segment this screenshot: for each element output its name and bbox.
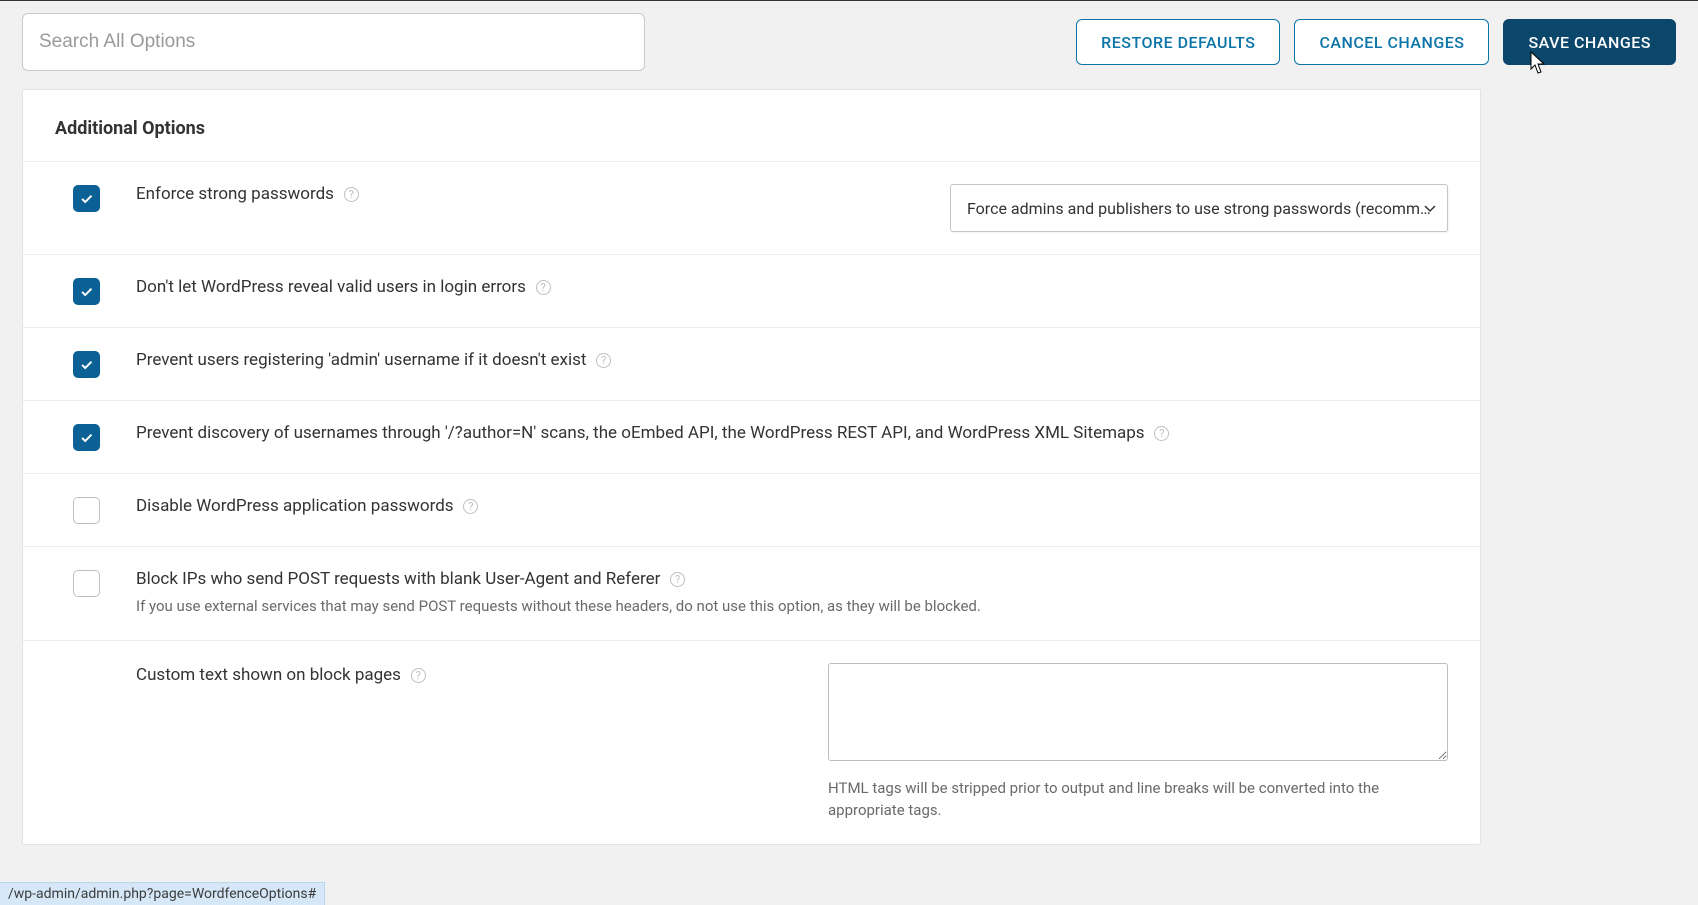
checkbox-prevent-username-discovery[interactable]: [73, 424, 100, 451]
checkbox-disable-app-passwords[interactable]: [73, 497, 100, 524]
status-bar-url: /wp-admin/admin.php?page=WordfenceOption…: [0, 882, 325, 905]
select-value: Force admins and publishers to use stron…: [967, 199, 1431, 218]
restore-defaults-button[interactable]: RESTORE DEFAULTS: [1076, 19, 1280, 65]
custom-block-text-input[interactable]: [828, 663, 1448, 761]
textarea-help-text: HTML tags will be stripped prior to outp…: [828, 777, 1448, 822]
help-icon[interactable]: ?: [1154, 426, 1169, 441]
options-panel: Additional Options Enforce strong passwo…: [22, 89, 1481, 845]
option-row-reveal-valid-users: Don't let WordPress reveal valid users i…: [23, 254, 1480, 327]
check-icon: [79, 191, 95, 207]
help-icon[interactable]: ?: [344, 187, 359, 202]
option-row-custom-block-text: Custom text shown on block pages ? HTML …: [23, 640, 1480, 844]
help-icon[interactable]: ?: [670, 572, 685, 587]
checkbox-enforce-strong-passwords[interactable]: [73, 185, 100, 212]
help-icon[interactable]: ?: [536, 280, 551, 295]
top-buttons: RESTORE DEFAULTS CANCEL CHANGES SAVE CHA…: [1076, 19, 1676, 65]
check-icon: [79, 284, 95, 300]
option-row-prevent-username-discovery: Prevent discovery of usernames through '…: [23, 400, 1480, 473]
option-label: Prevent discovery of usernames through '…: [136, 423, 1145, 443]
section-title: Additional Options: [23, 90, 1480, 161]
cancel-changes-button[interactable]: CANCEL CHANGES: [1294, 19, 1489, 65]
help-icon[interactable]: ?: [411, 668, 426, 683]
option-label: Don't let WordPress reveal valid users i…: [136, 277, 526, 297]
save-changes-button[interactable]: SAVE CHANGES: [1503, 19, 1676, 65]
option-label: Disable WordPress application passwords: [136, 496, 454, 516]
help-icon[interactable]: ?: [596, 353, 611, 368]
checkbox-block-blank-ua[interactable]: [73, 570, 100, 597]
checkbox-reveal-valid-users[interactable]: [73, 278, 100, 305]
option-row-enforce-strong-passwords: Enforce strong passwords ? Force admins …: [23, 161, 1480, 254]
check-icon: [79, 357, 95, 373]
option-label: Block IPs who send POST requests with bl…: [136, 569, 660, 589]
option-label: Prevent users registering 'admin' userna…: [136, 350, 586, 370]
option-sublabel: If you use external services that may se…: [136, 595, 1448, 618]
check-icon: [79, 430, 95, 446]
top-bar: RESTORE DEFAULTS CANCEL CHANGES SAVE CHA…: [0, 1, 1698, 89]
option-label: Custom text shown on block pages: [136, 665, 401, 685]
search-input[interactable]: [22, 13, 645, 71]
checkbox-prevent-admin-username[interactable]: [73, 351, 100, 378]
option-row-prevent-admin-username: Prevent users registering 'admin' userna…: [23, 327, 1480, 400]
option-row-block-blank-ua: Block IPs who send POST requests with bl…: [23, 546, 1480, 640]
help-icon[interactable]: ?: [463, 499, 478, 514]
strong-password-select[interactable]: Force admins and publishers to use stron…: [950, 184, 1448, 232]
option-label: Enforce strong passwords: [136, 184, 334, 204]
option-row-disable-app-passwords: Disable WordPress application passwords …: [23, 473, 1480, 546]
